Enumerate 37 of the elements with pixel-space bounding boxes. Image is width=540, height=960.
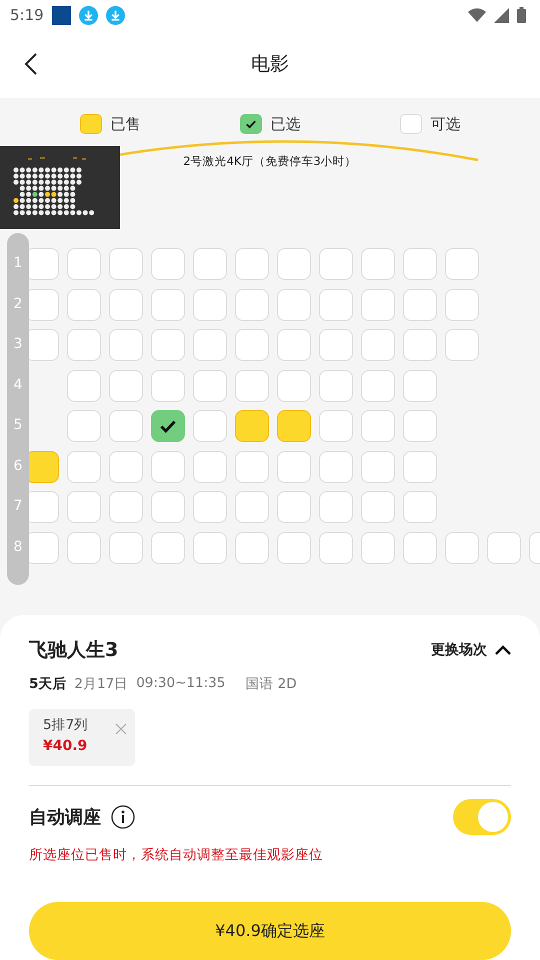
row-number: 2: [14, 294, 22, 314]
signal-icon: [494, 8, 509, 22]
legend-seat: [400, 114, 422, 134]
row-number: 6: [14, 456, 22, 476]
auto-adjust-toggle[interactable]: [453, 799, 511, 835]
page-title: 电影: [251, 52, 289, 77]
row-number: 8: [14, 538, 22, 556]
legend-label: 已选: [270, 114, 300, 134]
app-icon: [52, 6, 71, 24]
close-icon[interactable]: [115, 723, 127, 735]
hall-name: 2号激光4K厅（免费停车3小时）: [183, 154, 357, 170]
change-showtime-button[interactable]: 更换场次: [431, 641, 511, 659]
show-date: 2月17日: [74, 675, 128, 693]
ticket-price: ¥40.9: [43, 738, 88, 754]
auto-adjust-note: 所选座位已售时，系统自动调整至最佳观影座位: [29, 846, 324, 864]
show-format: 国语 2D: [245, 675, 297, 693]
download-icon: [78, 6, 98, 24]
confirm-button[interactable]: ¥40.9确定选座: [29, 902, 511, 960]
status-time: 5:19: [10, 6, 44, 24]
row-number: 7: [14, 497, 22, 516]
row-number: 4: [14, 376, 22, 394]
row-number: 1: [14, 254, 22, 273]
movie-title: 飞驰人生3: [29, 638, 118, 663]
legend-label: 可选: [430, 114, 460, 134]
info-icon[interactable]: [111, 805, 135, 829]
wifi-icon: [468, 8, 486, 22]
battery-icon: [517, 7, 526, 23]
show-time: 09:30~11:35: [136, 675, 226, 693]
auto-adjust-label: 自动调座: [29, 806, 101, 829]
row-number: 3: [14, 335, 22, 354]
seat[interactable]: [151, 410, 185, 442]
row-number: 5: [14, 416, 22, 435]
ticket-seat: 5排7列: [43, 716, 88, 734]
days-until: 5天后: [29, 675, 66, 693]
legend-label: 已售: [110, 114, 140, 134]
legend-seat: [80, 114, 102, 134]
download-icon: [106, 6, 125, 24]
